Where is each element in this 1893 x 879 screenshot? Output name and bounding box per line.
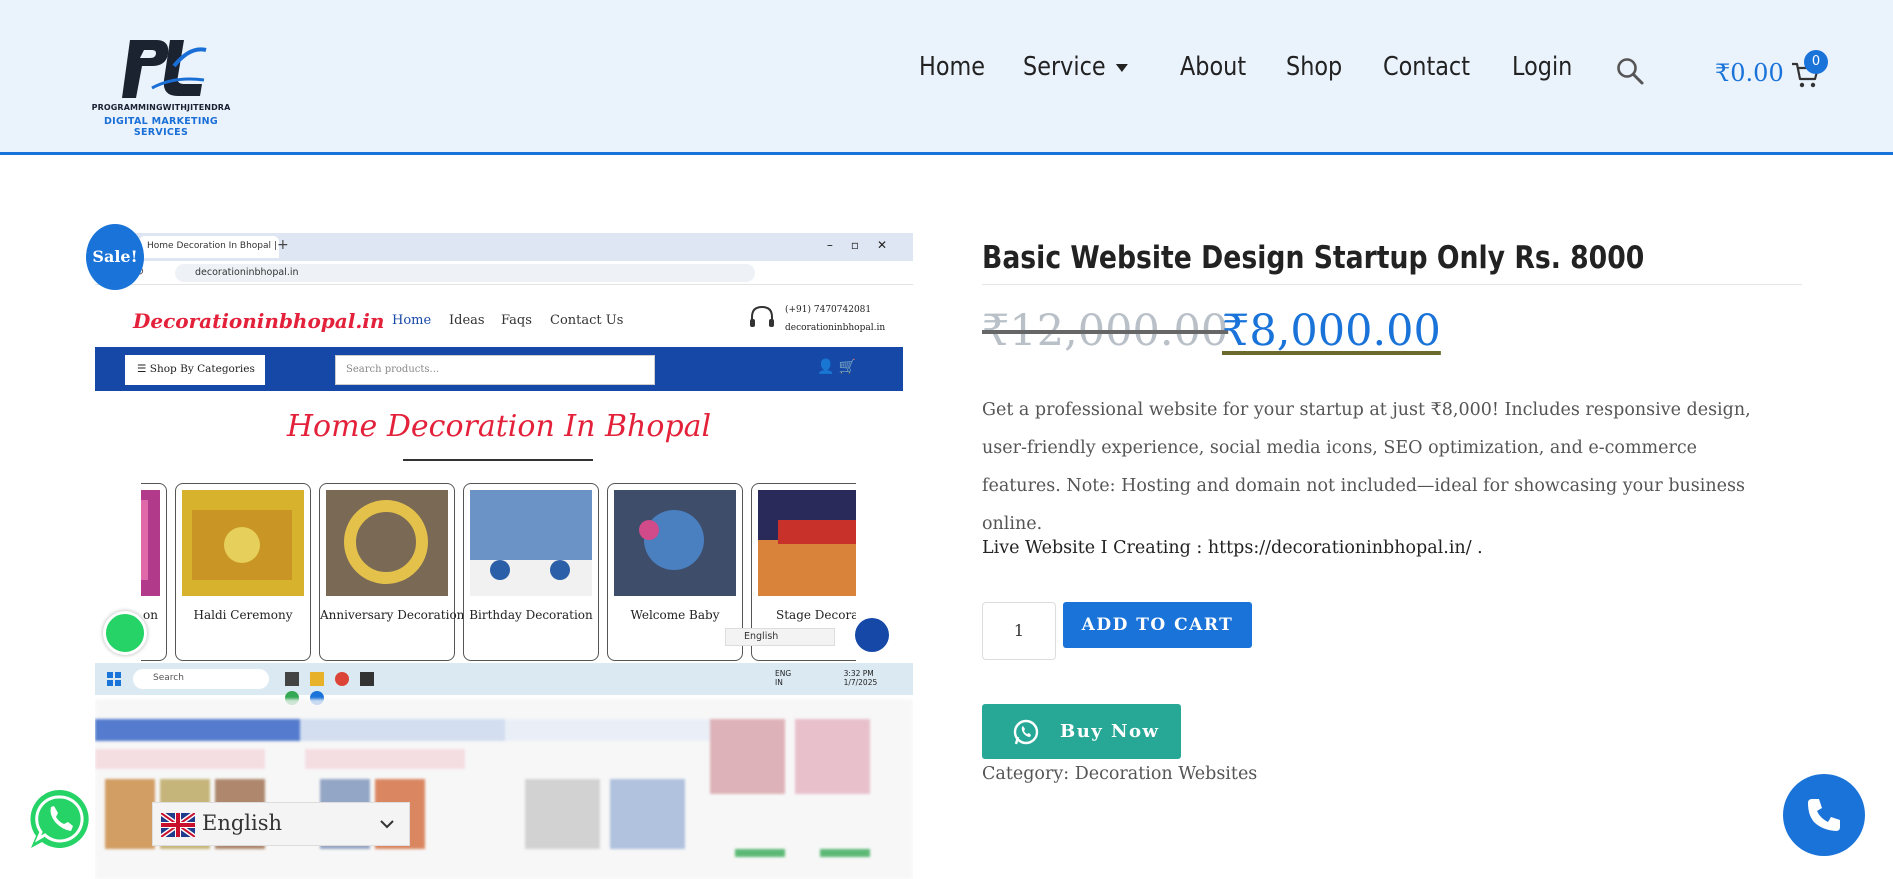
nav-service-label: Service (1023, 52, 1106, 82)
shot-card: Welcome Baby (607, 483, 743, 661)
card-image (758, 490, 856, 596)
tray-region: IN (775, 678, 783, 687)
browser-tab: Home Decoration In Bhopal | D (139, 236, 279, 258)
shot-nav-contact: Contact Us (550, 313, 624, 328)
call-button[interactable] (1783, 774, 1865, 856)
shot-card: Anniversary Decoration (319, 483, 465, 661)
site-logo[interactable]: PROGRAMMINGWITHJITENDRA DIGITAL MARKETIN… (86, 34, 236, 138)
headset-icon (750, 305, 774, 327)
live-website-text: Live Website I Creating : https://decora… (982, 538, 1483, 558)
card-image (470, 490, 592, 596)
uk-flag-icon (161, 813, 195, 837)
shot-taskbar: Search ENG IN 3:32 PM 1/7/2025 (95, 663, 913, 705)
category-label: Category: (982, 764, 1070, 784)
window-controls: –▫✕ (826, 238, 905, 252)
card-image (182, 490, 304, 596)
shot-taskbar-tray: ENG IN 3:32 PM 1/7/2025 (775, 669, 877, 687)
language-label: English (202, 811, 283, 835)
shot-card: Birthday Decoration (463, 483, 599, 661)
logo-text-line2: DIGITAL MARKETING SERVICES (103, 116, 219, 138)
product-category: Category: Decoration Websites (982, 764, 1257, 784)
address-bar: decorationinbhopal.in (175, 264, 755, 282)
taskbar-app-icons (285, 671, 405, 705)
category-link[interactable]: Decoration Websites (1075, 764, 1258, 784)
title-divider (982, 284, 1802, 285)
shot-phone-number: (+91) 7470742081 (785, 305, 872, 315)
shot-language-select: English (725, 628, 835, 646)
chevron-down-icon (380, 820, 394, 829)
shot-whatsapp-icon (103, 611, 147, 655)
sale-price: ₹8,000.00 (1222, 306, 1441, 356)
shot-category-bar: ☰ Shop By Categories Search products... … (95, 347, 903, 391)
chevron-down-icon (1115, 63, 1129, 72)
shot-site-header: Decorationinbhopal.in Home Ideas Faqs Co… (95, 285, 903, 347)
phone-icon (1808, 799, 1840, 831)
tray-date: 1/7/2025 (843, 678, 878, 687)
nav-login[interactable]: Login (1512, 52, 1572, 82)
nav-service[interactable]: Service (1023, 52, 1129, 82)
logo-text-line1: PROGRAMMINGWITHJITENDRA (91, 103, 231, 112)
nav-about[interactable]: About (1180, 52, 1246, 82)
shot-nav-ideas: Ideas (449, 313, 485, 328)
card-caption: Stage Decoratic (776, 608, 856, 622)
nav-shop[interactable]: Shop (1286, 52, 1342, 82)
browser-tabbar: Home Decoration In Bhopal | D + –▫✕ (95, 233, 913, 261)
shot-categories-button: ☰ Shop By Categories (125, 355, 265, 385)
search-icon[interactable] (1615, 56, 1645, 86)
card-caption: Birthday Decoration (469, 608, 593, 622)
whatsapp-icon (1013, 719, 1039, 745)
logo-mark-icon (122, 40, 207, 98)
shot-nav-home: Home (392, 313, 432, 328)
card-caption: Anniversary Decoration (320, 608, 465, 622)
tray-time: 3:32 PM (843, 669, 874, 678)
card-image (141, 490, 160, 596)
shot-phone-domain: decorationinbhopal.in (785, 323, 886, 333)
buy-now-button[interactable]: Buy Now (982, 704, 1181, 759)
shot-phone: (+91) 7470742081 decorationinbhopal.in (785, 301, 885, 337)
shot-phone-icon (855, 618, 889, 652)
browser-address-row: ↻ decorationinbhopal.in (95, 261, 913, 285)
shot-title-rule (403, 459, 593, 461)
card-caption: on (143, 608, 158, 622)
shot-categories-label: Shop By Categories (149, 363, 255, 375)
new-tab-icon: + (277, 237, 289, 253)
sale-badge: Sale! (86, 224, 144, 290)
language-selector[interactable]: English (152, 802, 410, 846)
card-image (326, 490, 448, 596)
nav-contact[interactable]: Contact (1383, 52, 1470, 82)
quantity-input[interactable]: 1 (982, 602, 1056, 660)
site-header: PROGRAMMINGWITHJITENDRA DIGITAL MARKETIN… (0, 0, 1893, 155)
regular-price: ₹12,000.00 (982, 306, 1229, 356)
card-image (614, 490, 736, 596)
windows-icon (107, 672, 121, 686)
shot-site-logo: Decorationinbhopal.in (133, 309, 385, 333)
card-caption: Welcome Baby (630, 608, 720, 622)
shot-user-cart-icons: 👤 🛒 (817, 359, 857, 375)
shot-search: Search products... (335, 355, 655, 385)
card-caption: Haldi Ceremony (193, 608, 293, 622)
blurred-thumbnails (95, 699, 913, 879)
shot-card: Haldi Ceremony (175, 483, 311, 661)
product-image[interactable]: Home Decoration In Bhopal | D + –▫✕ ↻ de… (95, 233, 913, 879)
whatsapp-icon[interactable] (28, 787, 92, 851)
shot-taskbar-search: Search (133, 669, 269, 689)
product-title: Basic Website Design Startup Only Rs. 80… (982, 240, 1645, 276)
shot-nav-faqs: Faqs (501, 313, 532, 328)
tray-lang: ENG (775, 669, 792, 678)
cart-count-badge: 0 (1804, 50, 1828, 74)
shot-page-title: Home Decoration In Bhopal (286, 409, 712, 444)
buy-now-label: Buy Now (1060, 721, 1160, 742)
add-to-cart-button[interactable]: ADD TO CART (1063, 602, 1252, 648)
nav-home[interactable]: Home (919, 52, 985, 82)
cart-total[interactable]: ₹0.00 (1715, 59, 1784, 87)
product-description: Get a professional website for your star… (982, 400, 1751, 534)
